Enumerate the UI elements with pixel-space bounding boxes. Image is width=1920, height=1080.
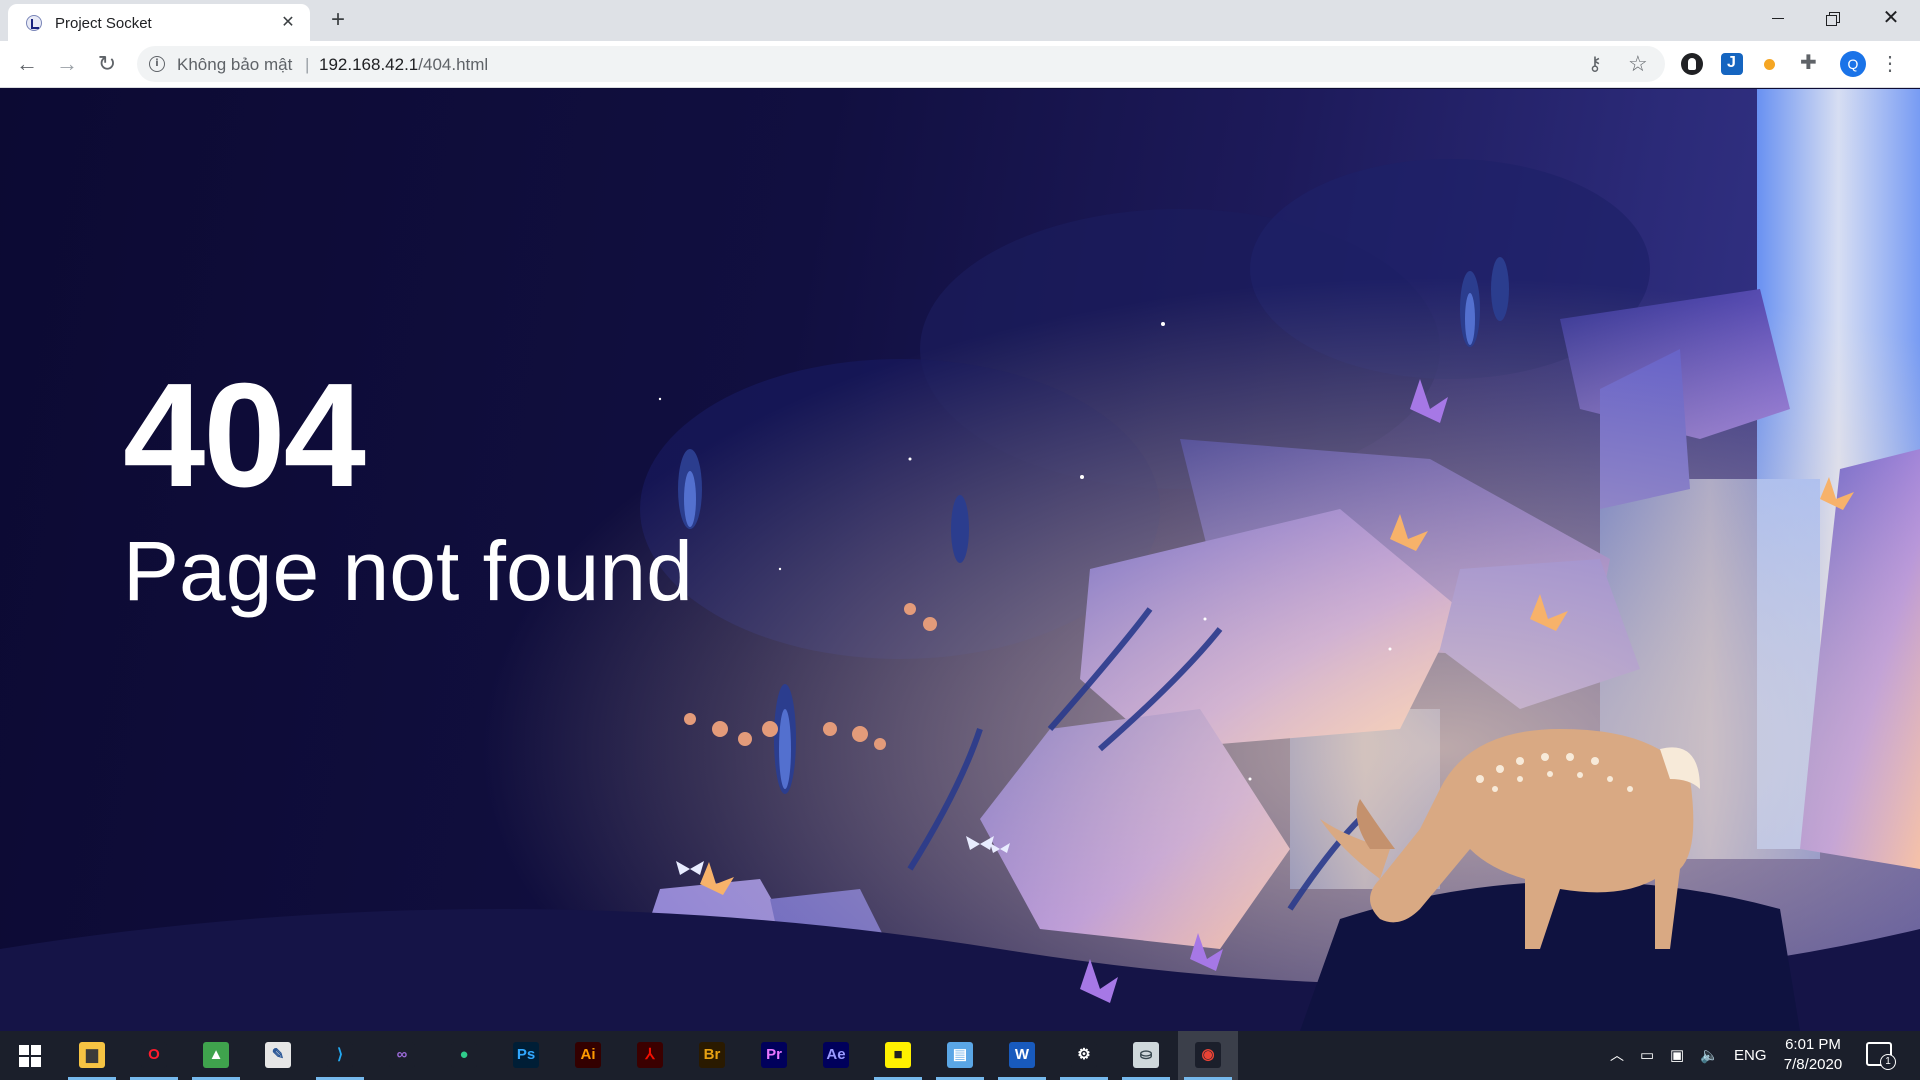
security-label[interactable]: Không bảo mật: [177, 55, 292, 75]
action-center-icon[interactable]: 1: [1866, 1042, 1896, 1070]
taskbar: ▆ O ▲ ✎ ⟩ ∞ ● Ps Ai ⅄ Br Pr Ae ■ ▤ W ⚙ ⛀ ◉ ︿ ▭ ▣ 🔈 ENG 6:0…: [0, 1031, 1920, 1080]
settings-icon: ⚙: [1071, 1042, 1097, 1068]
taskbar-app-after-effects[interactable]: Ae: [806, 1031, 866, 1080]
extension-privacy-icon[interactable]: [1681, 53, 1703, 75]
battery-icon[interactable]: ▭: [1640, 1031, 1654, 1080]
error-code: 404: [123, 353, 366, 518]
browser-tabstrip: Project Socket ✕ + ✕: [0, 0, 1920, 41]
volume-icon[interactable]: 🔈: [1700, 1031, 1719, 1080]
illustrator-icon: Ai: [575, 1042, 601, 1068]
browser-menu-icon[interactable]: ⋮: [1880, 49, 1900, 79]
network-icon[interactable]: ▣: [1670, 1031, 1684, 1080]
tab-project-socket[interactable]: Project Socket ✕: [8, 4, 310, 41]
password-key-icon[interactable]: ⚷: [1588, 53, 1602, 76]
file-explorer-icon: ▆: [79, 1042, 105, 1068]
taskbar-app-premiere[interactable]: Pr: [744, 1031, 804, 1080]
control-panel-icon: ▤: [947, 1042, 973, 1068]
new-tab-button[interactable]: +: [326, 8, 350, 33]
taskbar-app-settings[interactable]: ⚙: [1054, 1031, 1114, 1080]
url-separator: |: [305, 55, 310, 74]
network-tool-icon: ⛀: [1133, 1042, 1159, 1068]
taskbar-app-photoshop[interactable]: Ps: [496, 1031, 556, 1080]
start-button[interactable]: [0, 1031, 60, 1080]
photos-app-icon: ▲: [203, 1042, 229, 1068]
bookmark-star-icon[interactable]: ☆: [1628, 51, 1648, 77]
windows-logo-icon: [19, 1045, 29, 1055]
url-text[interactable]: 192.168.42.1/404.html: [319, 55, 488, 75]
opera-icon: O: [141, 1042, 167, 1068]
sticky-notes-icon: ■: [885, 1042, 911, 1068]
chrome-icon: ◉: [1195, 1042, 1221, 1068]
clock-date: 7/8/2020: [1783, 1056, 1843, 1073]
photoshop-icon: Ps: [513, 1042, 539, 1068]
taskbar-app-gitkraken[interactable]: ●: [434, 1031, 494, 1080]
extension-j-icon[interactable]: [1721, 53, 1743, 75]
visual-studio-icon: ∞: [389, 1042, 415, 1068]
taskbar-app-sticky-notes[interactable]: ■: [868, 1031, 928, 1080]
taskbar-app-illustrator[interactable]: Ai: [558, 1031, 618, 1080]
show-hidden-icons[interactable]: ︿: [1610, 1031, 1624, 1080]
taskbar-app-vscode[interactable]: ⟩: [310, 1031, 370, 1080]
notification-count: 1: [1880, 1054, 1896, 1070]
error-message: Page not found: [123, 524, 693, 618]
favicon-icon: [26, 15, 42, 31]
extensions-puzzle-icon[interactable]: ✚: [1800, 50, 1824, 74]
acrobat-icon: ⅄: [637, 1042, 663, 1068]
back-button[interactable]: ←: [12, 49, 42, 79]
taskbar-app-visual-studio[interactable]: ∞: [372, 1031, 432, 1080]
taskbar-app-network-tool[interactable]: ⛀: [1116, 1031, 1176, 1080]
close-window-button[interactable]: ✕: [1868, 0, 1914, 36]
reload-button[interactable]: ↻: [92, 49, 122, 79]
clock-time: 6:01 PM: [1785, 1036, 1841, 1053]
vscode-icon: ⟩: [327, 1042, 353, 1068]
taskbar-app-file-explorer[interactable]: ▆: [62, 1031, 122, 1080]
premiere-icon: Pr: [761, 1042, 787, 1068]
taskbar-app-acrobat[interactable]: ⅄: [620, 1031, 680, 1080]
extension-cookie-icon[interactable]: [1764, 59, 1775, 70]
taskbar-app-bridge[interactable]: Br: [682, 1031, 742, 1080]
page-viewport: 404 Page not found: [0, 89, 1920, 1031]
taskbar-app-notepad-app[interactable]: ✎: [248, 1031, 308, 1080]
minimize-button[interactable]: [1755, 0, 1801, 36]
restore-button[interactable]: [1810, 0, 1856, 36]
tab-title: Project Socket: [55, 15, 152, 32]
taskbar-app-photos-app[interactable]: ▲: [186, 1031, 246, 1080]
info-icon[interactable]: i: [149, 56, 165, 72]
address-bar[interactable]: i Không bảo mật | 192.168.42.1/404.html …: [137, 46, 1665, 82]
taskbar-app-opera[interactable]: O: [124, 1031, 184, 1080]
url-host: 192.168.42.1: [319, 55, 419, 74]
clock[interactable]: 6:01 PM 7/8/2020: [1773, 1035, 1853, 1075]
taskbar-app-chrome[interactable]: ◉: [1178, 1031, 1238, 1080]
url-path: /404.html: [418, 55, 489, 74]
taskbar-app-control-panel[interactable]: ▤: [930, 1031, 990, 1080]
profile-avatar[interactable]: Q: [1840, 51, 1866, 77]
gitkraken-icon: ●: [451, 1042, 477, 1068]
taskbar-app-word[interactable]: W: [992, 1031, 1052, 1080]
bridge-icon: Br: [699, 1042, 725, 1068]
forward-button[interactable]: →: [52, 49, 82, 79]
word-icon: W: [1009, 1042, 1035, 1068]
browser-toolbar: ← → ↻ i Không bảo mật | 192.168.42.1/404…: [0, 41, 1920, 88]
tab-close-button[interactable]: ✕: [278, 13, 298, 33]
after-effects-icon: Ae: [823, 1042, 849, 1068]
language-indicator[interactable]: ENG: [1734, 1031, 1767, 1080]
notepad-app-icon: ✎: [265, 1042, 291, 1068]
